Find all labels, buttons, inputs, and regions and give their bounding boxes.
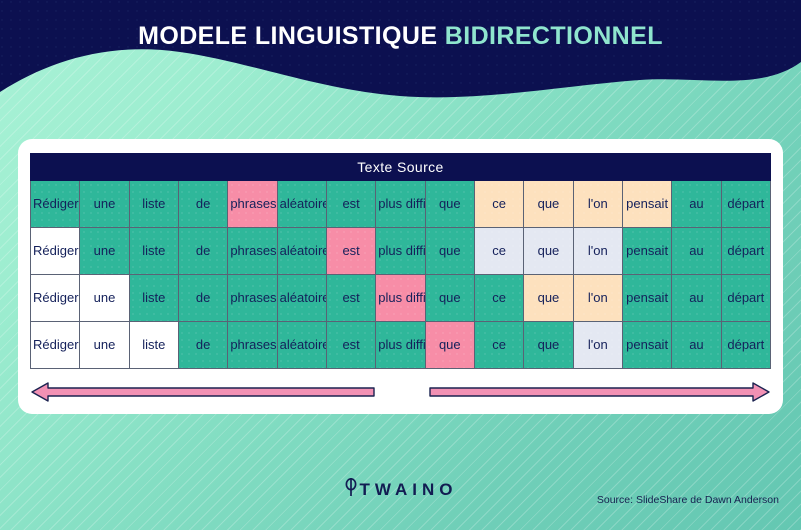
table-row: Rédigerunelistedephrasesaléatoiresestplu… <box>29 321 772 369</box>
table-row: Rédigerunelistedephrasesaléatoiresestplu… <box>29 180 772 228</box>
direction-arrows <box>31 382 770 402</box>
table-cell: que <box>424 180 475 228</box>
table-cell: est <box>325 180 377 228</box>
table-cell: aléatoires <box>276 227 327 275</box>
table-cell: est <box>325 227 377 275</box>
page-title-main: MODELE LINGUISTIQUE <box>138 22 438 50</box>
table-container: Texte Source Rédiger une liste de phrases alé… <box>29 153 772 369</box>
table-cell: départ <box>720 321 772 369</box>
table-cell: liste <box>128 274 179 322</box>
bidirectional-token-table: Texte Source Rédiger une liste de phrases alé… <box>29 153 772 369</box>
table-cell: l'on <box>572 180 623 228</box>
source-credit: Source: SlideShare de Dawn Anderson <box>596 494 779 506</box>
table-cell: liste <box>128 180 179 228</box>
table-cell: départ <box>720 180 772 228</box>
twaino-logo-text: TWAINO <box>359 480 458 499</box>
table-cell: liste <box>128 321 179 369</box>
table-cell: une <box>79 180 130 228</box>
table-cell: plus difficile <box>375 274 426 322</box>
table-cell: de <box>177 274 229 322</box>
left-arrow-icon <box>31 382 375 402</box>
table-header-row: Texte Source <box>30 153 771 181</box>
table-cell: l'on <box>572 274 623 322</box>
table-cell: départ <box>720 227 772 275</box>
table-cell: plus difficile <box>375 180 426 228</box>
table-cell: une <box>79 227 130 275</box>
table-cell: phrases <box>227 180 278 228</box>
table-cell: plus difficile <box>375 227 426 275</box>
content-card: Texte Source Rédiger une liste de phrases alé… <box>18 139 783 414</box>
table-cell: phrases <box>227 274 278 322</box>
table-cell: plus difficile <box>375 321 426 369</box>
table-cell: au <box>671 227 722 275</box>
table-cell: phrases <box>227 227 278 275</box>
table-cell: ce <box>473 227 525 275</box>
table-cell: pensait <box>621 274 673 322</box>
table-cell: que <box>424 227 475 275</box>
table-cell: ce <box>473 180 525 228</box>
table-cell: pensait <box>621 180 673 228</box>
table-cell: Rédiger <box>29 227 81 275</box>
table-cell: aléatoires <box>276 321 327 369</box>
table-cell: de <box>177 180 229 228</box>
page-title-accent: BIDIRECTIONNEL <box>444 22 663 50</box>
page-title: MODELE LINGUISTIQUE BIDIRECTIONNEL <box>0 22 801 51</box>
twaino-glyph-icon <box>344 477 358 502</box>
table-row: Rédigerunelistedephrasesaléatoiresestplu… <box>29 227 772 275</box>
table-head: Texte Source <box>30 153 771 181</box>
table-cell: Rédiger <box>29 274 81 322</box>
table-cell: que <box>523 180 574 228</box>
table-cell: que <box>424 274 475 322</box>
table-cell: l'on <box>572 321 623 369</box>
table-cell: départ <box>720 274 772 322</box>
table-cell: l'on <box>572 227 623 275</box>
table-cell: liste <box>128 227 179 275</box>
table-body: Rédigerunelistedephrasesaléatoiresestplu… <box>29 180 772 369</box>
table-cell: que <box>523 321 574 369</box>
table-cell: ce <box>473 321 525 369</box>
table-cell: Rédiger <box>29 321 81 369</box>
table-cell: est <box>325 321 377 369</box>
table-cell: au <box>671 321 722 369</box>
table-cell: une <box>79 321 130 369</box>
table-cell: au <box>671 274 722 322</box>
table-cell: de <box>177 321 229 369</box>
table-cell: pensait <box>621 321 673 369</box>
table-cell: au <box>671 180 722 228</box>
table-cell: aléatoires <box>276 274 327 322</box>
header-wave-shape <box>0 0 801 98</box>
table-cell: phrases <box>227 321 278 369</box>
table-row: Rédigerunelistedephrasesaléatoiresestplu… <box>29 274 772 322</box>
table-cell: une <box>79 274 130 322</box>
table-cell: de <box>177 227 229 275</box>
table-cell: que <box>424 321 475 369</box>
table-cell: est <box>325 274 377 322</box>
table-cell: que <box>523 227 574 275</box>
table-cell: ce <box>473 274 525 322</box>
table-cell: que <box>523 274 574 322</box>
table-cell: Rédiger <box>29 180 81 228</box>
table-header-band: Texte Source <box>30 153 771 181</box>
table-cell: pensait <box>621 227 673 275</box>
table-cell: aléatoires <box>276 180 327 228</box>
right-arrow-icon <box>429 382 770 402</box>
